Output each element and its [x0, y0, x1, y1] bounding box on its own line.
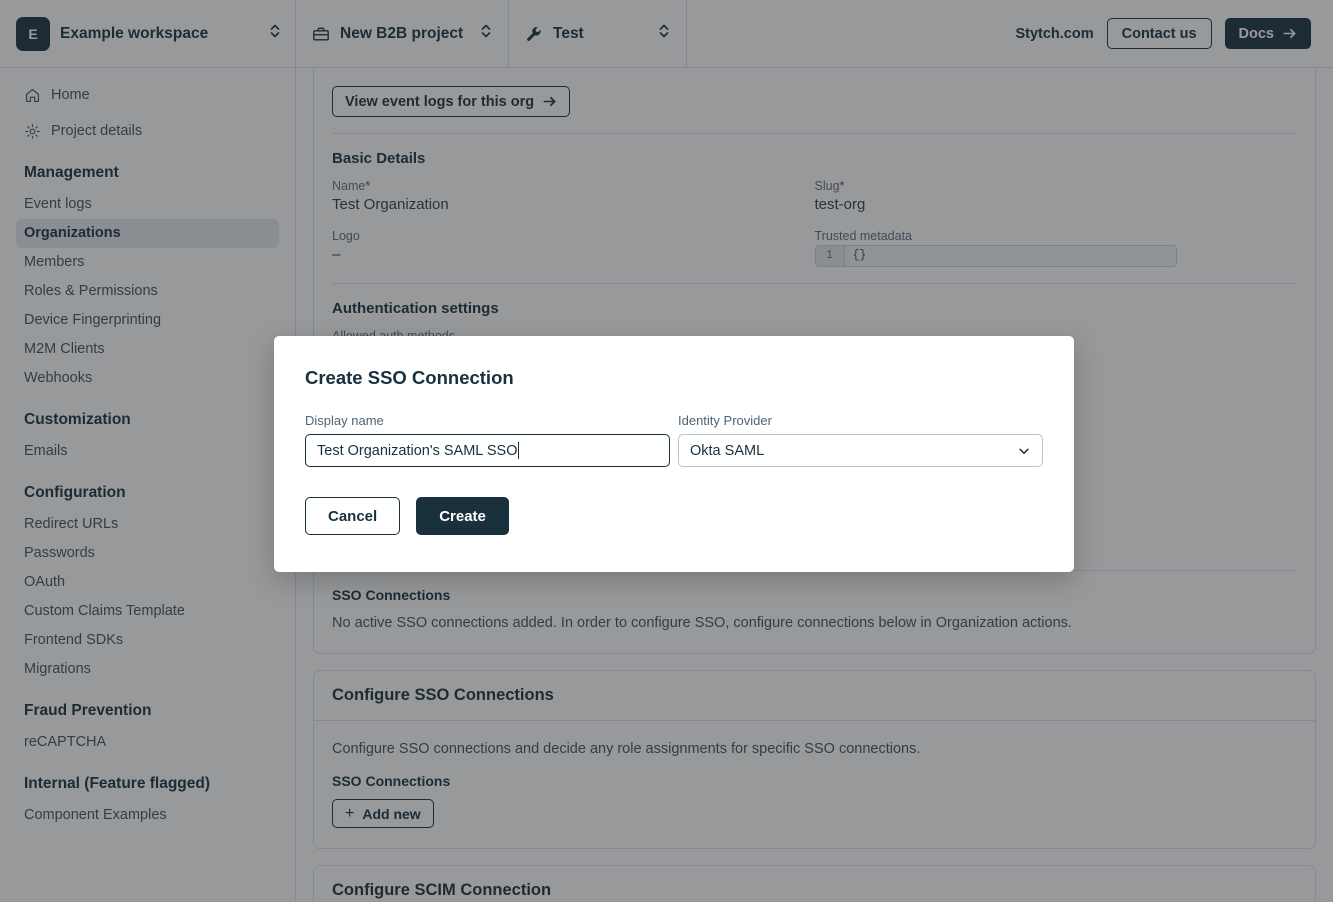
display-name-input[interactable]: Test Organization's SAML SSO — [305, 434, 670, 467]
identity-provider-field-group: Identity Provider Okta SAML — [678, 413, 1043, 467]
identity-provider-select[interactable]: Okta SAML — [678, 434, 1043, 467]
identity-provider-value: Okta SAML — [690, 443, 764, 459]
chevron-down-icon — [1017, 444, 1031, 458]
text-caret — [518, 442, 519, 459]
display-name-value: Test Organization's SAML SSO — [317, 443, 517, 459]
create-button[interactable]: Create — [416, 497, 509, 535]
modal-actions: Cancel Create — [305, 497, 1043, 535]
display-name-label: Display name — [305, 413, 670, 428]
modal-title: Create SSO Connection — [305, 367, 1043, 389]
display-name-field-group: Display name Test Organization's SAML SS… — [305, 413, 670, 467]
create-sso-connection-modal: Create SSO Connection Display name Test … — [274, 336, 1074, 572]
identity-provider-label: Identity Provider — [678, 413, 1043, 428]
cancel-button[interactable]: Cancel — [305, 497, 400, 535]
modal-fields: Display name Test Organization's SAML SS… — [305, 413, 1043, 467]
app-root: E Example workspace Home — [0, 0, 1333, 902]
